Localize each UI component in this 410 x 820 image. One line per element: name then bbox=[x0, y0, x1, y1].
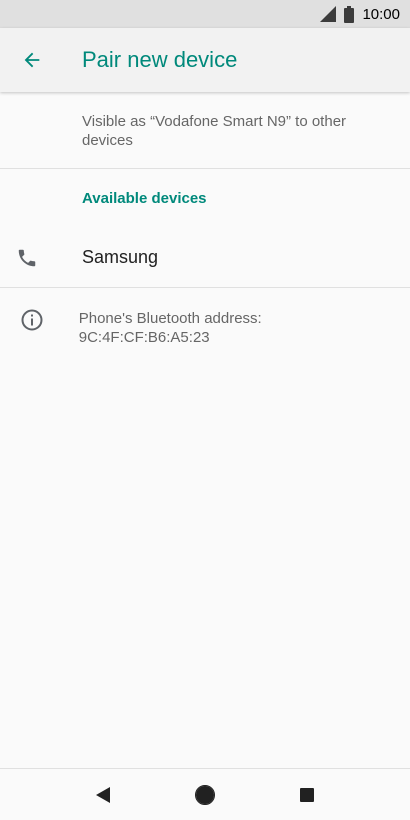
visibility-text: Visible as “Vodafone Smart N9” to other … bbox=[0, 92, 410, 169]
signal-icon bbox=[320, 6, 337, 22]
status-time: 10:00 bbox=[362, 5, 400, 23]
nav-recents-button[interactable] bbox=[256, 769, 358, 820]
available-devices-header: Available devices bbox=[82, 190, 207, 207]
navigation-bar bbox=[0, 768, 410, 820]
nav-home-button[interactable] bbox=[154, 769, 256, 820]
recents-square-icon bbox=[300, 787, 314, 802]
battery-icon bbox=[344, 5, 355, 23]
screen: 10:00 Pair new device Visible as “Vodafo… bbox=[0, 0, 410, 820]
nav-back-button[interactable] bbox=[52, 769, 154, 820]
bluetooth-address-row: Phone's Bluetooth address: 9C:4F:CF:B6:A… bbox=[0, 288, 410, 347]
info-icon bbox=[21, 309, 43, 331]
home-circle-icon bbox=[195, 784, 215, 805]
device-row-samsung[interactable]: Samsung bbox=[0, 228, 410, 288]
arrow-back-icon bbox=[24, 52, 40, 68]
page-title: Pair new device bbox=[82, 47, 238, 72]
back-triangle-icon bbox=[96, 786, 110, 803]
status-bar: 10:00 bbox=[0, 0, 410, 28]
phone-icon bbox=[18, 249, 36, 266]
bluetooth-address-text: Phone's Bluetooth address: 9C:4F:CF:B6:A… bbox=[78, 310, 262, 346]
app-bar: Pair new device bbox=[0, 28, 410, 92]
back-button[interactable] bbox=[0, 28, 64, 92]
content: Visible as “Vodafone Smart N9” to other … bbox=[0, 92, 410, 347]
device-name: Samsung bbox=[82, 247, 159, 267]
